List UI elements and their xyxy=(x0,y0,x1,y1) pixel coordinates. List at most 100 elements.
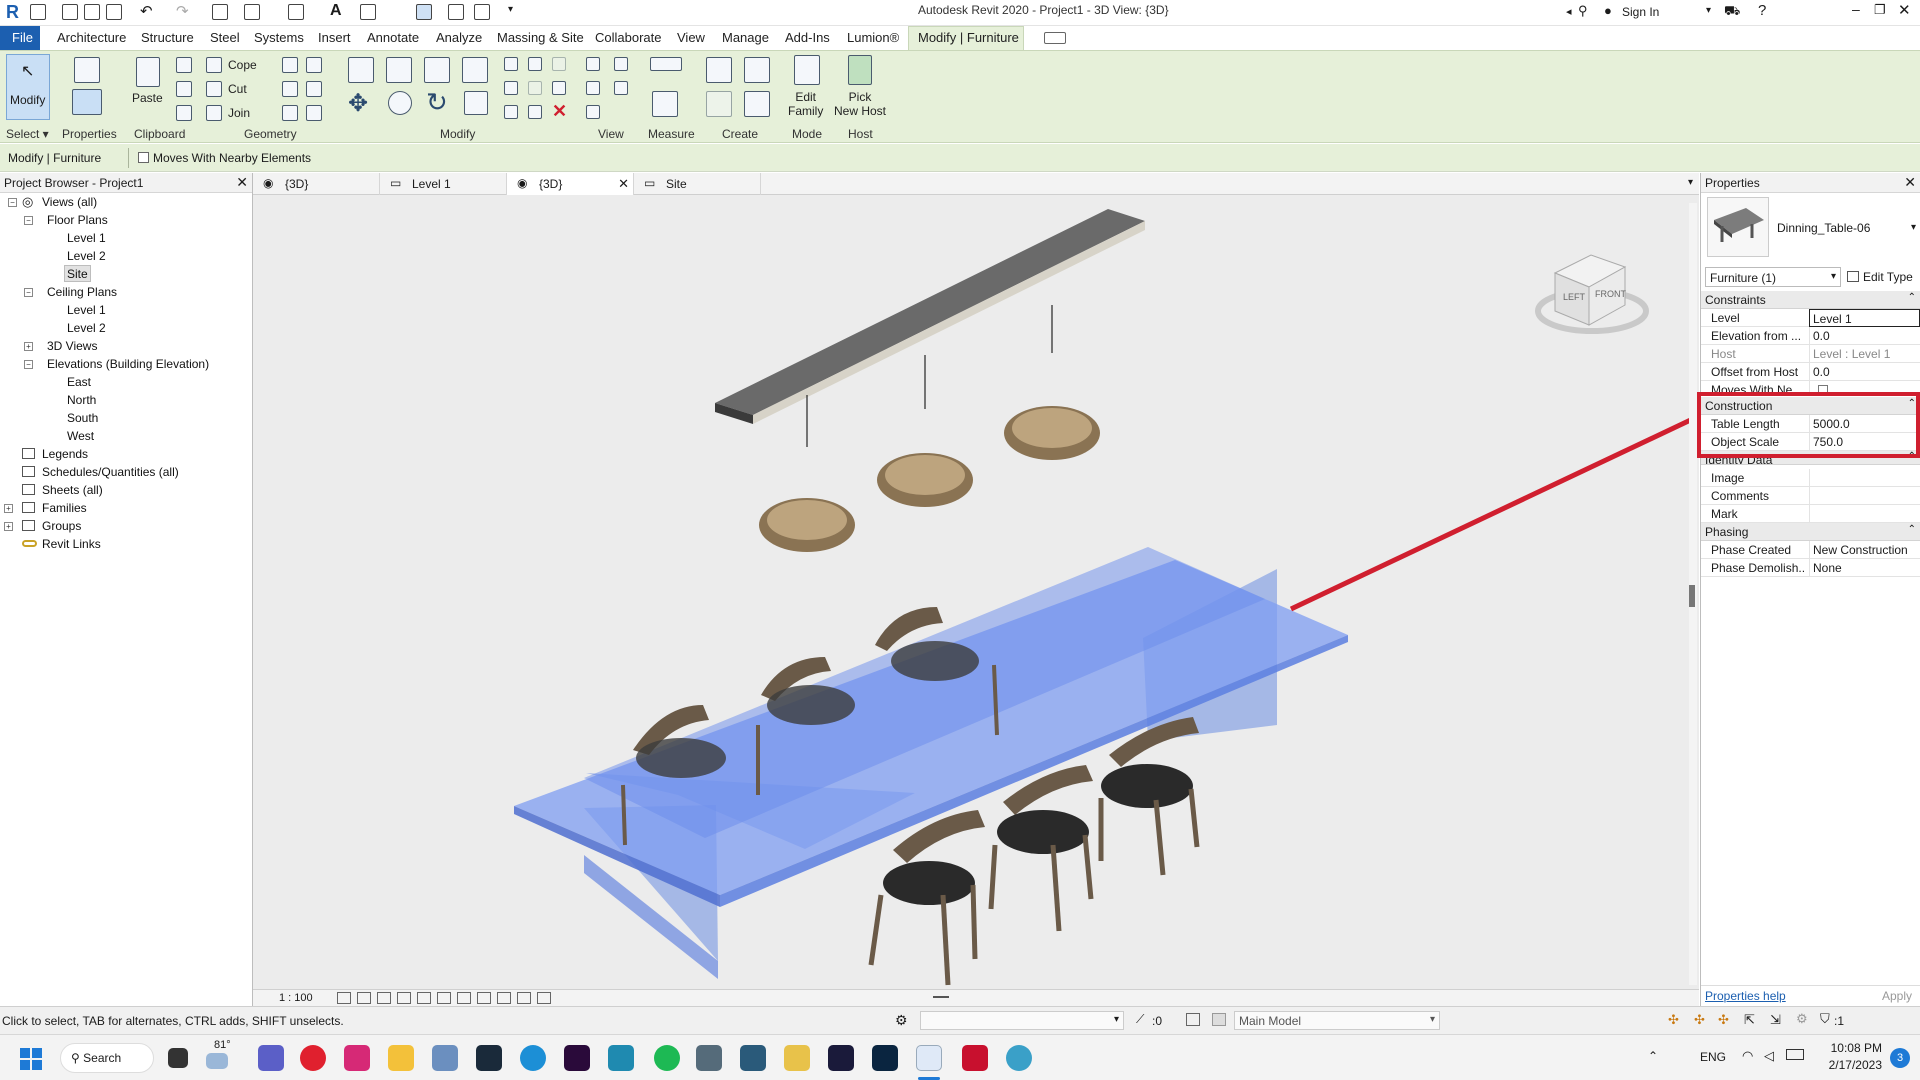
moves-with-nearby-checkbox[interactable] xyxy=(138,152,149,163)
notification-badge[interactable]: 3 xyxy=(1890,1048,1910,1068)
prop-row-elevation[interactable]: Elevation from ... 0.0 xyxy=(1701,327,1920,345)
create-group-icon[interactable] xyxy=(744,57,770,83)
join-icon[interactable] xyxy=(206,105,222,121)
prop-row-phase-demolished[interactable]: Phase Demolish... None xyxy=(1701,559,1920,577)
filter-icon[interactable]: ⛉ xyxy=(1820,1011,1830,1027)
expand-icon[interactable]: + xyxy=(24,342,33,351)
prop-value-elevation[interactable]: 0.0 xyxy=(1809,327,1920,345)
prop-row-phase-created[interactable]: Phase Created New Construction xyxy=(1701,541,1920,559)
prop-value-mark[interactable] xyxy=(1809,505,1920,523)
modify-button[interactable]: ↖ Modify xyxy=(6,54,50,120)
copy-icon[interactable] xyxy=(176,81,192,97)
app-icon-3[interactable] xyxy=(784,1045,810,1071)
chair-front-1[interactable] xyxy=(868,810,985,986)
photoshop-icon[interactable] xyxy=(872,1045,898,1071)
view-tab-3d-1[interactable]: ◉ {3D} xyxy=(253,173,380,195)
prop-value-level[interactable]: Level 1 xyxy=(1809,309,1920,327)
browser-item-floor-level-1[interactable]: Level 1 xyxy=(67,231,106,245)
tab-insert[interactable]: Insert xyxy=(318,30,351,45)
edge-icon[interactable] xyxy=(520,1045,546,1071)
array-icon[interactable] xyxy=(504,81,518,95)
sign-in-dropdown-icon[interactable]: ▾ xyxy=(1706,5,1711,16)
lock-view-icon[interactable] xyxy=(477,992,491,1004)
edit-type-button[interactable]: Edit Type xyxy=(1845,267,1917,287)
qat-dropdown-icon[interactable]: ▾ xyxy=(508,4,513,15)
measure-distance-icon[interactable] xyxy=(650,57,682,71)
help-icon[interactable]: ? xyxy=(1758,2,1766,19)
geometry-tool-6-icon[interactable] xyxy=(306,105,322,121)
design-options-icon[interactable] xyxy=(1186,1013,1200,1026)
paste-label[interactable]: Paste xyxy=(132,91,163,105)
tab-structure[interactable]: Structure xyxy=(141,30,194,45)
tab-view[interactable]: View xyxy=(677,30,705,45)
exclude-options-icon[interactable] xyxy=(1212,1013,1226,1026)
file-explorer-icon[interactable] xyxy=(388,1045,414,1071)
cope-label[interactable]: Cope xyxy=(228,58,257,72)
view-tab-site[interactable]: ▭ Site xyxy=(634,173,761,195)
pin-icon[interactable] xyxy=(552,81,566,95)
cart-icon[interactable]: ⛟ xyxy=(1724,3,1740,21)
select-underlay-icon[interactable]: ✣ xyxy=(1694,1012,1705,1028)
horizontal-scrollbar[interactable] xyxy=(933,996,949,998)
section-constraints[interactable]: Constraints ⌃ xyxy=(1701,291,1920,309)
browser-item-floor-plans[interactable]: Floor Plans xyxy=(47,213,108,227)
editable-only-icon[interactable]: ⟋ xyxy=(1136,1012,1144,1027)
pendant-lamp-3[interactable] xyxy=(1004,406,1100,460)
clock-time[interactable]: 10:08 PM xyxy=(1826,1041,1882,1055)
linework-icon[interactable] xyxy=(614,81,628,95)
switch-windows-icon[interactable] xyxy=(474,4,490,20)
temp-hide-icon[interactable] xyxy=(497,992,511,1004)
prop-row-comments[interactable]: Comments xyxy=(1701,487,1920,505)
view-tool-2-icon[interactable] xyxy=(614,57,628,71)
paint-icon[interactable] xyxy=(586,81,600,95)
prop-value-image[interactable] xyxy=(1809,469,1920,487)
geometry-tool-5-icon[interactable] xyxy=(282,105,298,121)
type-name[interactable]: Dinning_Table-06 xyxy=(1777,221,1870,235)
move-icon[interactable]: ✥ xyxy=(348,89,368,118)
select-by-face-icon[interactable]: ⇱ xyxy=(1744,1012,1755,1028)
tab-add-ins[interactable]: Add-Ins xyxy=(785,30,830,45)
browser-item-south[interactable]: South xyxy=(67,411,98,425)
clock-date[interactable]: 2/17/2023 xyxy=(1822,1058,1882,1072)
view-tab-3d-active[interactable]: ◉ {3D} ✕ xyxy=(507,173,634,195)
design-option-select[interactable]: Main Model ▾ xyxy=(1234,1011,1440,1030)
crop-view-icon[interactable] xyxy=(437,992,451,1004)
browser-item-site[interactable]: Site xyxy=(67,267,88,281)
trim-icon[interactable] xyxy=(464,91,488,115)
properties-help-link[interactable]: Properties help xyxy=(1705,989,1786,1003)
search-icon[interactable]: ◂ xyxy=(1566,5,1572,18)
3d-view-icon[interactable] xyxy=(360,4,376,20)
chair-front-2[interactable] xyxy=(988,765,1094,932)
expand-icon[interactable]: + xyxy=(4,504,13,513)
analytical-model-icon[interactable] xyxy=(537,992,551,1004)
new-icon[interactable] xyxy=(30,4,46,20)
select-pinned-icon[interactable]: ✣ xyxy=(1718,1012,1729,1028)
tray-chevron-icon[interactable]: ⌃ xyxy=(1648,1049,1658,1063)
prop-value-comments[interactable] xyxy=(1809,487,1920,505)
view-scale[interactable]: 1 : 100 xyxy=(279,992,313,1004)
browser-item-revit-links[interactable]: Revit Links xyxy=(42,537,101,551)
spotify-icon[interactable] xyxy=(654,1045,680,1071)
undo-icon[interactable]: ↶ xyxy=(140,2,153,20)
edit-family-icon[interactable] xyxy=(794,55,820,85)
detail-level-icon[interactable] xyxy=(337,992,351,1004)
trim-extend-icon[interactable] xyxy=(504,105,518,119)
revit-logo-icon[interactable]: R xyxy=(6,2,19,23)
restore-icon[interactable]: ❐ xyxy=(1874,2,1886,18)
panel-toggle-icon[interactable] xyxy=(1044,32,1066,44)
view-tool-3-icon[interactable] xyxy=(586,105,600,119)
prop-value-phase-demolished[interactable]: None xyxy=(1809,559,1920,577)
user-icon[interactable]: ● xyxy=(1604,3,1612,18)
minimize-icon[interactable]: – xyxy=(1852,1,1860,17)
browser-item-3d-views[interactable]: 3D Views xyxy=(47,339,97,353)
browser-item-ceiling-plans[interactable]: Ceiling Plans xyxy=(47,285,117,299)
select-links-icon[interactable]: ✣ xyxy=(1668,1012,1679,1028)
save-icon[interactable] xyxy=(84,4,100,20)
view-tool-1-icon[interactable] xyxy=(586,57,600,71)
render-icon[interactable] xyxy=(417,992,431,1004)
tab-file[interactable]: File xyxy=(12,30,33,45)
3d-viewport[interactable]: LEFT FRONT xyxy=(253,195,1701,989)
3d-scene[interactable]: LEFT FRONT xyxy=(253,195,1701,989)
tab-steel[interactable]: Steel xyxy=(210,30,240,45)
type-selector-dropdown-icon[interactable]: ▾ xyxy=(1911,222,1916,233)
